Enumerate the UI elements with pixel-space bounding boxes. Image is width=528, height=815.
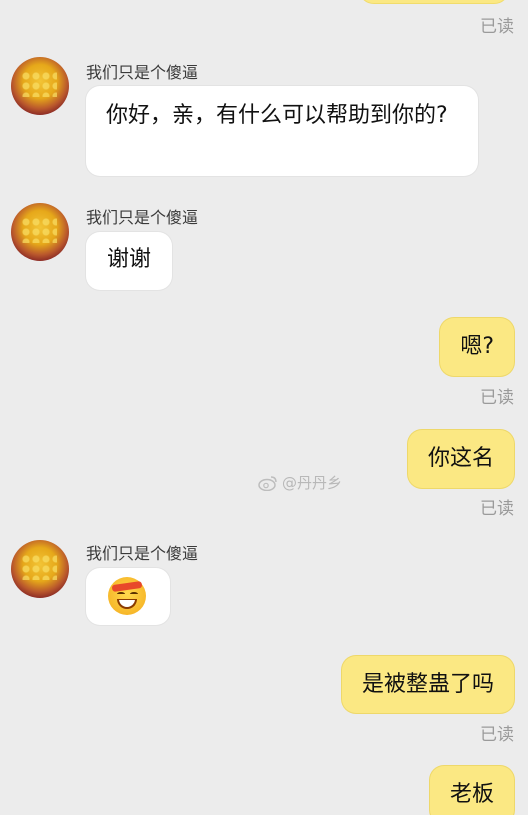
sender-name: 我们只是个傻逼 xyxy=(86,208,199,227)
grinning-headband-emoji xyxy=(108,577,146,615)
watermark: @丹丹乡 xyxy=(258,472,342,493)
chat-window[interactable]: 已读 我们只是个傻逼 你好，亲，有什么可以帮助到你的? 我们只是个傻逼 谢谢 嗯… xyxy=(0,0,528,815)
sender-name: 我们只是个傻逼 xyxy=(86,544,199,563)
weibo-icon xyxy=(258,475,278,491)
message-bubble-partial[interactable] xyxy=(358,0,510,4)
contact-avatar[interactable] xyxy=(11,540,69,598)
contact-avatar[interactable] xyxy=(11,57,69,115)
message-bubble-incoming[interactable]: 谢谢 xyxy=(86,232,173,290)
message-bubble-outgoing[interactable]: 嗯? xyxy=(440,318,514,376)
message-bubble-outgoing[interactable]: 你这名 xyxy=(407,430,514,488)
contact-avatar[interactable] xyxy=(11,203,69,261)
sender-name: 我们只是个傻逼 xyxy=(86,63,199,82)
watermark-text: @丹丹乡 xyxy=(282,474,343,492)
message-bubble-incoming[interactable] xyxy=(86,568,170,625)
message-bubble-outgoing[interactable]: 老板 xyxy=(429,766,514,815)
message-bubble-incoming[interactable]: 你好，亲，有什么可以帮助到你的? xyxy=(86,86,478,176)
read-status: 已读 xyxy=(480,725,514,745)
read-status: 已读 xyxy=(480,17,514,37)
message-bubble-outgoing[interactable]: 是被整蛊了吗 xyxy=(341,656,514,713)
read-status: 已读 xyxy=(480,499,514,519)
read-status: 已读 xyxy=(480,388,514,408)
